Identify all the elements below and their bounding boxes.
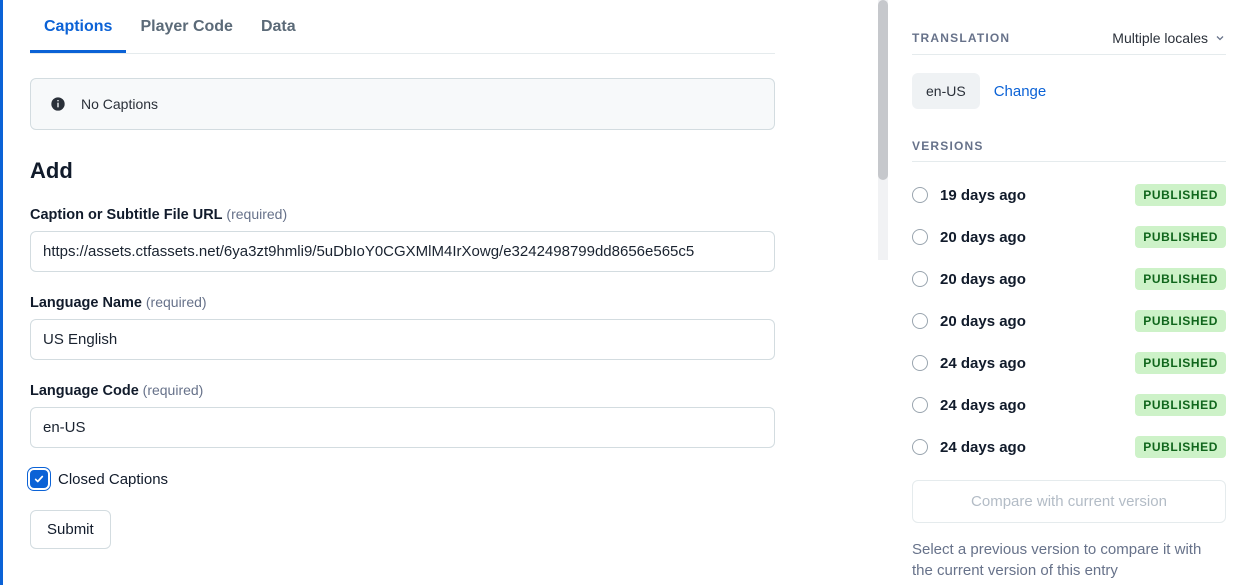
version-time: 24 days ago [940,439,1026,456]
version-radio[interactable] [912,397,928,413]
change-locale-link[interactable]: Change [994,83,1047,100]
version-row[interactable]: 24 days ago PUBLISHED [912,426,1226,468]
translation-heading: TRANSLATION [912,31,1010,45]
version-time: 20 days ago [940,313,1026,330]
locale-chip: en-US [912,73,980,109]
version-time: 20 days ago [940,271,1026,288]
version-row[interactable]: 20 days ago PUBLISHED [912,300,1226,342]
status-badge: PUBLISHED [1135,436,1226,458]
info-icon [49,95,67,113]
field-url: Caption or Subtitle File URL (required) [30,206,775,272]
lang-code-input[interactable] [30,407,775,448]
version-row[interactable]: 20 days ago PUBLISHED [912,216,1226,258]
url-required: (required) [226,206,287,222]
versions-list: 19 days ago PUBLISHED 20 days ago PUBLISHED… [912,174,1226,468]
chevron-down-icon [1214,32,1226,44]
version-time: 24 days ago [940,355,1026,372]
version-row[interactable]: 20 days ago PUBLISHED [912,258,1226,300]
status-badge: PUBLISHED [1135,394,1226,416]
versions-help-text: Select a previous version to compare it … [912,539,1226,581]
lang-name-input[interactable] [30,319,775,360]
lang-code-label: Language Code [30,383,139,399]
url-label: Caption or Subtitle File URL [30,207,223,223]
tab-data[interactable]: Data [247,6,310,53]
add-heading: Add [30,158,775,184]
version-radio[interactable] [912,229,928,245]
status-badge: PUBLISHED [1135,268,1226,290]
tab-bar: Captions Player Code Data [30,6,775,54]
scrollbar-thumb[interactable] [878,0,888,180]
version-row[interactable]: 19 days ago PUBLISHED [912,174,1226,216]
closed-captions-row: Closed Captions [30,470,775,488]
status-badge: PUBLISHED [1135,184,1226,206]
no-captions-note: No Captions [30,78,775,130]
submit-button[interactable]: Submit [30,510,111,549]
version-time: 24 days ago [940,397,1026,414]
version-time: 19 days ago [940,187,1026,204]
version-time: 20 days ago [940,229,1026,246]
version-radio[interactable] [912,355,928,371]
lang-code-required: (required) [143,382,204,398]
tab-captions[interactable]: Captions [30,6,126,53]
version-radio[interactable] [912,187,928,203]
main-panel: Captions Player Code Data No Captions Ad… [0,0,800,585]
scrollbar-area [800,0,888,585]
compare-button: Compare with current version [912,480,1226,523]
version-radio[interactable] [912,313,928,329]
field-lang-name: Language Name (required) [30,294,775,360]
status-badge: PUBLISHED [1135,226,1226,248]
lang-name-required: (required) [146,294,207,310]
sidebar: TRANSLATION Multiple locales en-US Chang… [888,0,1256,585]
field-lang-code: Language Code (required) [30,382,775,448]
locale-selector-label: Multiple locales [1112,30,1208,46]
tab-player-code[interactable]: Player Code [126,6,246,53]
closed-captions-label: Closed Captions [58,471,168,488]
closed-captions-checkbox[interactable] [30,470,48,488]
locale-selector[interactable]: Multiple locales [1112,30,1226,46]
version-row[interactable]: 24 days ago PUBLISHED [912,342,1226,384]
version-radio[interactable] [912,439,928,455]
no-captions-text: No Captions [81,96,158,112]
lang-name-label: Language Name [30,295,142,311]
versions-heading: VERSIONS [912,139,984,153]
status-badge: PUBLISHED [1135,310,1226,332]
versions-block: VERSIONS 19 days agoPUBLISHED20 days ago… [912,139,1226,581]
translation-block: TRANSLATION Multiple locales en-US Chang… [912,30,1226,109]
version-row[interactable]: 24 days ago PUBLISHED [912,384,1226,426]
version-radio[interactable] [912,271,928,287]
status-badge: PUBLISHED [1135,352,1226,374]
url-input[interactable] [30,231,775,272]
